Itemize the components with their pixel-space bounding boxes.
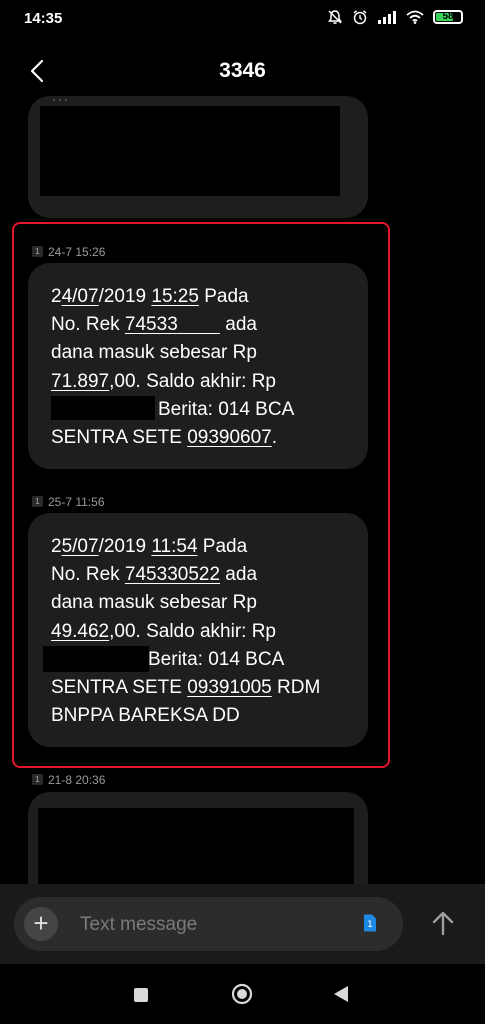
message-line: No. Rek 74533 ada	[51, 311, 257, 339]
sim-badge: 1	[32, 246, 43, 257]
message-text-segment: dana masuk sebesar Rp	[51, 592, 257, 614]
alarm-icon	[353, 10, 367, 25]
sim-card-icon[interactable]: 1	[363, 914, 377, 932]
system-nav-bar	[0, 964, 485, 1024]
message-text-segment: BNPPA BAREKSA DD	[51, 705, 240, 727]
message-link-segment[interactable]: 745330522	[125, 564, 220, 585]
message-link-segment[interactable]: 11:54	[151, 536, 197, 557]
message-line: Berita: 014 BCA	[158, 396, 294, 424]
message-text-segment: .	[271, 427, 278, 448]
message-text-segment: ,00. Saldo akhir: Rp	[109, 620, 276, 642]
redacted-balance	[43, 646, 149, 672]
message-link-segment[interactable]: 09391005	[187, 677, 272, 698]
redacted-content	[40, 106, 340, 196]
message-text-segment: /2019	[98, 286, 152, 307]
signal-icon	[378, 11, 396, 24]
message-line: No. Rek 745330522 ada	[51, 561, 257, 589]
partial-message-text: ...	[52, 88, 70, 104]
message-link-segment[interactable]: 74533	[125, 314, 178, 335]
sim-badge: 1	[32, 496, 43, 507]
message-timestamp: 21-8 20:36	[48, 773, 106, 787]
message-text-segment: ada	[220, 314, 257, 336]
message-link-segment[interactable]: 09390607	[187, 427, 272, 448]
message-text-segment: SENTRA SETE	[51, 427, 188, 448]
message-bubble[interactable]: 24/07/2019 15:25 Pada No. Rek 74533 ada da…	[28, 263, 368, 469]
message-link-segment[interactable]	[178, 314, 220, 335]
message-line: SENTRA SETE 09391005 RDM	[51, 674, 320, 702]
compose-bar: + 1	[0, 884, 485, 964]
message-text-segment: 2	[51, 286, 62, 307]
sim-label: 1	[367, 920, 373, 930]
battery-icon: 58	[433, 10, 463, 24]
message-timestamp: 25-7 11:56	[48, 495, 105, 509]
message-text-segment: dana masuk sebesar Rp	[51, 342, 257, 364]
sim-badge: 1	[32, 774, 43, 785]
message-bubble-partial[interactable]: ...	[28, 88, 368, 218]
message-timestamp: 24-7 15:26	[48, 245, 106, 259]
compose-field-container: + 1	[14, 897, 403, 951]
conversation-header: 3346	[0, 48, 485, 96]
message-line: Berita: 014 BCA	[148, 646, 284, 674]
redacted-balance	[51, 396, 155, 420]
message-line: SENTRA SETE 09390607.	[51, 424, 277, 452]
message-line: 25/07/2019 11:54 Pada	[51, 533, 247, 561]
status-icons: 58	[327, 9, 463, 25]
message-link-segment[interactable]: 4/07	[62, 286, 99, 307]
mute-icon	[328, 10, 342, 24]
message-line: dana masuk sebesar Rp	[51, 339, 257, 367]
message-text-segment: RDM	[271, 677, 321, 698]
message-line: BNPPA BAREKSA DD	[51, 702, 240, 730]
status-time: 14:35	[24, 10, 63, 27]
message-text-segment: No. Rek	[51, 564, 125, 586]
message-line: 24/07/2019 15:25 Pada	[51, 283, 249, 311]
wifi-icon	[406, 10, 424, 24]
message-link-segment[interactable]: 15:25	[151, 286, 199, 307]
message-line: 71.897,00. Saldo akhir: Rp	[51, 368, 276, 396]
message-link-segment[interactable]: 49.462	[51, 621, 109, 642]
message-line: dana masuk sebesar Rp	[51, 589, 257, 617]
recents-icon[interactable]	[134, 988, 148, 1002]
battery-level: 58	[442, 11, 454, 22]
nav-back-icon[interactable]	[333, 985, 349, 1003]
message-link-segment[interactable]: 5/07	[62, 536, 99, 557]
message-text-segment: /2019	[98, 536, 152, 557]
message-line: 49.462,00. Saldo akhir: Rp	[51, 618, 276, 646]
conversation-title: 3346	[219, 59, 266, 82]
message-text-segment: Berita: 014 BCA	[148, 648, 285, 670]
message-text-segment: ,00. Saldo akhir: Rp	[109, 370, 276, 392]
home-icon[interactable]	[231, 983, 253, 1005]
attach-plus-button[interactable]: +	[24, 907, 58, 941]
message-text-segment: Berita: 014 BCA	[158, 398, 295, 420]
message-text-segment: Pada	[197, 536, 248, 557]
send-icon[interactable]	[428, 906, 458, 942]
message-link-segment[interactable]: 71.897	[51, 371, 109, 392]
message-bubble[interactable]: 25/07/2019 11:54 Pada No. Rek 745330522 a…	[28, 513, 368, 747]
message-text-segment: No. Rek	[51, 314, 125, 336]
message-input[interactable]	[78, 911, 352, 939]
message-text-segment: SENTRA SETE	[51, 677, 188, 698]
status-bar: 14:35 58	[0, 0, 485, 38]
message-text-segment: ada	[220, 564, 258, 586]
message-text-segment: 2	[51, 536, 62, 557]
message-text-segment: Pada	[198, 286, 249, 307]
